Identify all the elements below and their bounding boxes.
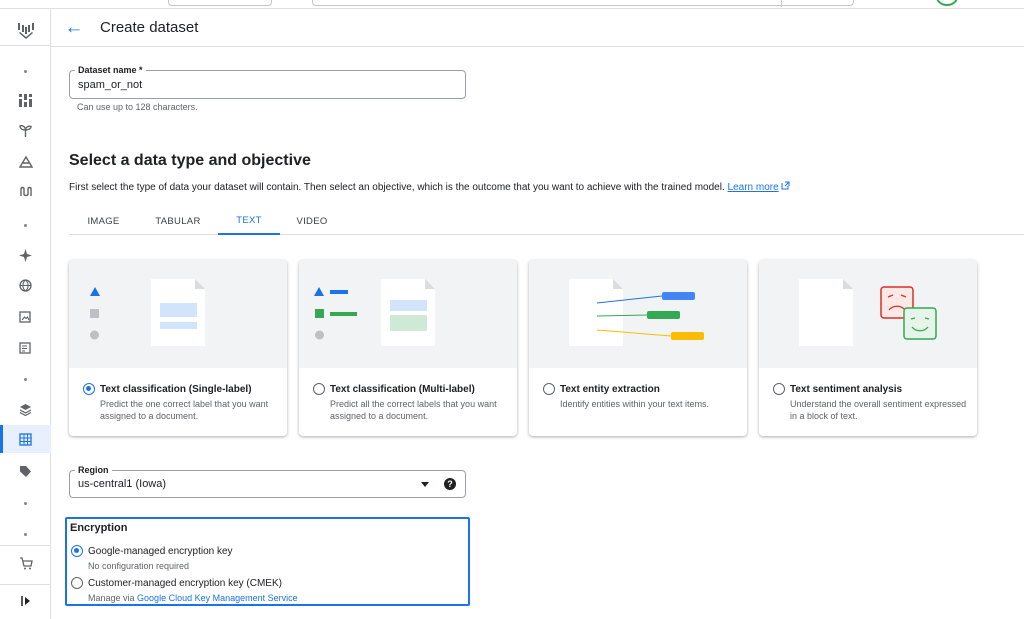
card-description: Predict all the correct labels that you … [330, 399, 497, 421]
model-garden-icon[interactable] [0, 147, 51, 175]
search-bar[interactable] [312, 0, 854, 7]
radio-google-managed-key[interactable] [71, 545, 83, 557]
avatar[interactable] [936, 0, 958, 6]
layers-icon[interactable] [0, 395, 51, 423]
rail-dot [0, 365, 51, 393]
arrow-back-icon[interactable]: ← [63, 17, 85, 39]
tab-image[interactable]: IMAGE [69, 208, 138, 235]
region-value: us-central1 (Iowa) [78, 478, 167, 490]
help-icon[interactable]: ? [444, 478, 456, 490]
card-title: Text entity extraction [560, 384, 660, 395]
google-managed-key-label: Google-managed encryption key [88, 546, 233, 557]
kms-link[interactable]: Google Cloud Key Management Service [137, 593, 298, 603]
label-icon[interactable] [0, 457, 51, 485]
section-description: First select the type of data your datas… [69, 181, 790, 193]
encryption-section: Encryption Google-managed encryption key… [65, 517, 470, 606]
section-title: Select a data type and objective [69, 152, 311, 169]
multi-label-illustration [299, 260, 517, 368]
note-add-icon[interactable] [0, 333, 51, 361]
page-header: ← Create dataset [51, 9, 1024, 47]
page-title: Create dataset [100, 19, 199, 36]
sprout-icon[interactable] [0, 116, 51, 144]
top-bar [0, 0, 1024, 9]
card-radio-single-label[interactable] [83, 383, 95, 395]
marketplace-icon[interactable] [0, 549, 51, 577]
learn-more-link[interactable]: Learn more [728, 182, 779, 193]
open-in-new-icon [781, 181, 790, 190]
card-title: Text classification (Single-label) [100, 384, 252, 395]
section-description-text: First select the type of data your datas… [69, 182, 725, 193]
card-radio-multi-label[interactable] [313, 383, 325, 395]
datasets-icon[interactable] [0, 425, 51, 453]
image-add-icon[interactable] [0, 302, 51, 330]
rail-dot [0, 520, 51, 548]
region-label: Region [75, 465, 112, 475]
customer-managed-key-label: Customer-managed encryption key (CMEK) [88, 578, 282, 589]
tab-tabular[interactable]: TABULAR [145, 208, 211, 235]
expand-nav-icon[interactable] [0, 587, 51, 615]
objective-card-multi-label[interactable]: Text classification (Multi-label) Predic… [299, 260, 517, 436]
dashboard-icon[interactable] [0, 86, 51, 114]
dataset-name-field[interactable]: Dataset name * spam_or_not [69, 65, 466, 99]
project-selector[interactable] [168, 0, 272, 6]
radio-customer-managed-key[interactable] [71, 577, 83, 589]
card-title: Text sentiment analysis [790, 384, 903, 395]
vertex-ai-logo-icon[interactable] [16, 21, 36, 41]
objective-card-single-label[interactable]: Text classification (Single-label) Predi… [69, 260, 287, 436]
entity-extraction-illustration [529, 260, 747, 368]
region-select[interactable]: Region us-central1 (Iowa) ? [69, 465, 466, 498]
objective-card-entity-extraction[interactable]: Text entity extraction Identify entities… [529, 260, 747, 436]
card-description: Predict the one correct label that you w… [100, 399, 269, 421]
dataset-name-hint: Can use up to 128 characters. [77, 102, 198, 112]
tab-video[interactable]: VIDEO [287, 208, 337, 235]
sparkle-icon[interactable] [0, 241, 51, 269]
card-radio-sentiment[interactable] [773, 383, 785, 395]
card-description: Identify entities within your text items… [560, 399, 710, 409]
encryption-title: Encryption [70, 522, 128, 534]
cmek-sublabel-prefix: Manage via [88, 593, 135, 603]
left-nav-rail [0, 9, 51, 619]
card-radio-entity-extraction[interactable] [543, 383, 555, 395]
card-description: Understand the overall sentiment express… [790, 399, 967, 421]
dataset-name-value[interactable]: spam_or_not [78, 79, 142, 91]
google-managed-key-sublabel: No configuration required [88, 561, 190, 571]
globe-icon[interactable] [0, 271, 51, 299]
tab-text[interactable]: TEXT [218, 208, 280, 235]
dataset-name-label: Dataset name * [75, 65, 146, 75]
data-type-tabs: IMAGE TABULAR TEXT VIDEO [69, 208, 1024, 235]
single-label-illustration [69, 260, 287, 368]
rail-dot [0, 489, 51, 517]
sentiment-analysis-illustration [759, 260, 977, 368]
dropdown-arrow-icon[interactable] [421, 482, 429, 487]
rail-dot [0, 57, 51, 85]
customer-managed-key-sublabel: Manage via Google Cloud Key Management S… [88, 593, 298, 603]
pipelines-icon[interactable] [0, 177, 51, 205]
card-title: Text classification (Multi-label) [330, 384, 475, 395]
objective-card-sentiment[interactable]: Text sentiment analysis Understand the o… [759, 260, 977, 436]
rail-dot [0, 211, 51, 239]
